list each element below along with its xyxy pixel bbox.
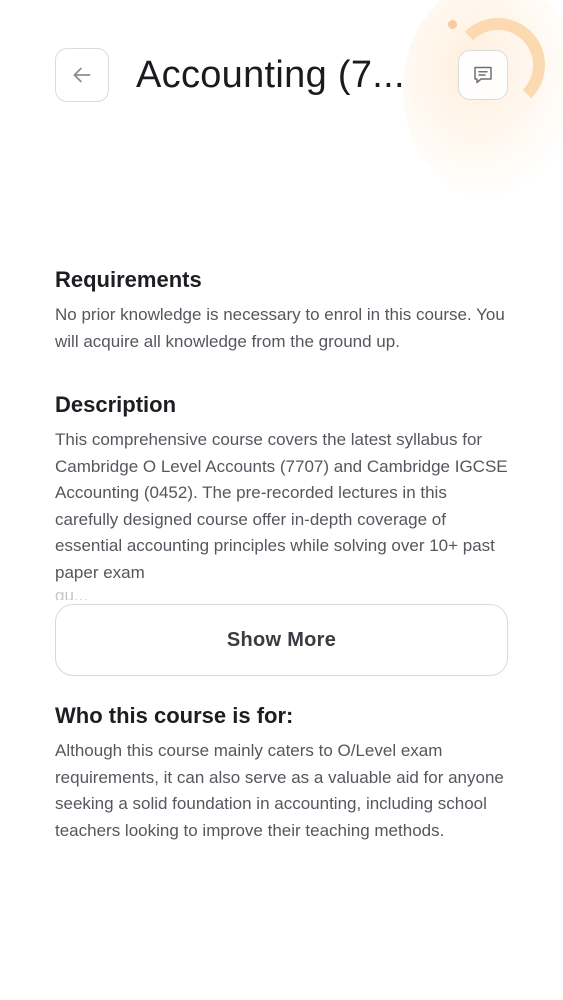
description-heading: Description xyxy=(55,392,177,417)
course-details: Requirements No prior knowledge is neces… xyxy=(55,266,508,844)
header-bar: Accounting (7... xyxy=(55,47,508,103)
description-section: Description This comprehensive course co… xyxy=(55,391,508,676)
requirements-section: Requirements No prior knowledge is neces… xyxy=(55,266,508,355)
description-text: This comprehensive course covers the lat… xyxy=(55,430,508,582)
show-more-button[interactable]: Show More xyxy=(55,604,508,676)
requirements-text: No prior knowledge is necessary to enrol… xyxy=(55,305,505,351)
audience-section: Who this course is for: Although this co… xyxy=(55,702,508,844)
audience-text: Although this course mainly caters to O/… xyxy=(55,741,504,840)
page-title: Accounting (7... xyxy=(136,53,405,96)
audience-heading: Who this course is for: xyxy=(55,703,294,728)
description-truncated-line: qu... xyxy=(55,586,89,600)
arrow-left-icon xyxy=(73,67,91,83)
chat-button[interactable] xyxy=(458,50,508,100)
decorative-dot xyxy=(448,20,457,29)
chat-message-icon xyxy=(474,66,492,84)
back-button[interactable] xyxy=(55,48,109,102)
requirements-heading: Requirements xyxy=(55,267,202,292)
description-body: This comprehensive course covers the lat… xyxy=(55,427,508,600)
